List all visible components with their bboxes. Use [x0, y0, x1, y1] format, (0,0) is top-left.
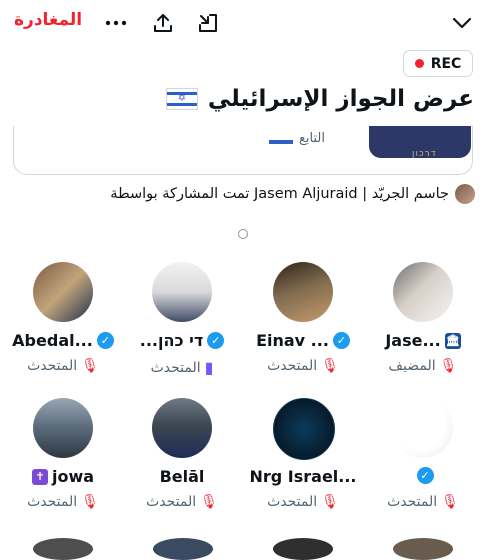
mic-off-icon: 🎙 — [439, 358, 458, 374]
participant-role: المتحدث — [387, 494, 438, 510]
participant-role-row: المتحدث 🎙 — [243, 358, 363, 374]
mic-off-icon: 🎙 — [81, 358, 99, 374]
mic-off-icon: 🎙 — [321, 494, 339, 510]
next-row-avatars — [0, 538, 492, 560]
participant-role: المضيف — [388, 358, 436, 374]
participant-role: المتحدث — [150, 359, 201, 376]
participant-role: المتحدث — [146, 494, 197, 510]
card-thumbnail-text: דרכון — [412, 149, 437, 159]
participant-name-row: Nrg Israel... — [243, 467, 363, 486]
participant-role: المتحدث — [267, 358, 318, 374]
participant-name-row: ...די כהן ✓ — [122, 331, 242, 350]
avatar — [33, 538, 93, 560]
participant-name-row: ✓ — [363, 467, 483, 484]
participant-name: ...די כהן — [139, 331, 204, 350]
institution-icon: 🏛 — [444, 332, 461, 349]
shared-by-row[interactable]: جاسم الجريّد | Jasem Aljuraid تمت المشار… — [110, 184, 475, 204]
participant-role-row: المتحدث 🎙 — [3, 358, 123, 374]
speaking-icon: ▮ — [204, 358, 214, 377]
participant-role: المتحدث — [267, 494, 318, 510]
participant-tile[interactable]: Belāl المتحدث 🎙 — [122, 398, 242, 523]
verified-icon: ✓ — [416, 467, 434, 484]
participant-name: jowa — [51, 467, 95, 486]
participant-name: Einav ... — [256, 331, 329, 350]
verified-icon: ✓ — [207, 332, 225, 349]
avatar — [152, 262, 212, 322]
participant-name-row: Belāl — [122, 467, 242, 486]
recording-badge: REC — [403, 50, 473, 77]
participant-role-row: المتحدث ▮ — [122, 358, 242, 377]
avatar — [33, 398, 93, 458]
avatar — [273, 398, 335, 460]
leave-button[interactable]: المغادرة — [14, 10, 82, 30]
avatar — [153, 538, 213, 560]
participant-tile[interactable]: Nrg Israel... المتحدث 🎙 — [243, 398, 363, 523]
participant-role: المتحدث — [27, 494, 78, 510]
participant-name: Abedal... — [12, 331, 93, 350]
space-title: عرض الجواز الإسرائيلي — [207, 86, 474, 112]
chevron-down-icon[interactable] — [450, 11, 474, 35]
avatar — [273, 262, 333, 322]
participant-name-row: ✝ jowa — [3, 467, 123, 486]
participant-role: المتحدث — [27, 358, 78, 374]
participant-role-row: المتحدث 🎙 — [122, 494, 242, 510]
top-bar: المغادرة — [0, 0, 492, 46]
participant-tile[interactable]: ...די כהן ✓ المتحدث ▮ — [122, 262, 242, 387]
cross-icon: ✝ — [31, 468, 48, 485]
participant-name-row: Abedal... ✓ — [3, 331, 123, 350]
participant-name-row: Jase... 🏛 — [363, 331, 483, 350]
card-text: التابع — [299, 131, 325, 146]
recording-dot-icon — [414, 59, 424, 68]
participant-tile[interactable]: Jase... 🏛 المضيف 🎙 — [363, 262, 483, 387]
verified-icon: ✓ — [96, 332, 114, 349]
share-icon[interactable] — [151, 11, 175, 35]
avatar — [33, 262, 93, 322]
avatar — [455, 184, 475, 204]
participant-tile[interactable]: ✓ المتحدث 🎙 — [363, 398, 483, 523]
recording-label: REC — [430, 55, 462, 72]
participant-name: Nrg Israel... — [249, 467, 357, 486]
shared-by-text: جاسم الجريّد | Jasem Aljuraid تمت المشار… — [110, 186, 449, 202]
participant-tile[interactable]: Abedal... ✓ المتحدث 🎙 — [3, 262, 123, 387]
mic-off-icon: 🎙 — [81, 494, 99, 510]
avatar — [393, 262, 453, 322]
participant-role-row: المتحدث 🎙 — [3, 494, 123, 510]
participant-tile[interactable]: ✝ jowa المتحدث 🎙 — [3, 398, 123, 523]
participant-role-row: المتحدث 🎙 — [363, 494, 483, 510]
verified-icon: ✓ — [332, 332, 350, 349]
more-icon[interactable] — [104, 11, 128, 35]
participant-role-row: المتحدث 🎙 — [243, 494, 363, 510]
card-flag-icon — [269, 140, 293, 144]
participant-role-row: المضيف 🎙 — [363, 358, 483, 374]
shared-post-card[interactable]: דרכון التابع — [13, 126, 473, 175]
participant-name: Jase... — [385, 331, 441, 350]
mic-off-icon: 🎙 — [321, 358, 339, 374]
israel-flag-icon: ✡ — [165, 88, 198, 110]
avatar — [393, 398, 453, 458]
mic-off-icon: 🎙 — [200, 494, 218, 510]
space-title-row: عرض الجواز الإسرائيلي ✡ — [165, 86, 474, 112]
participant-tile[interactable]: Einav ... ✓ المتحدث 🎙 — [243, 262, 363, 387]
mic-off-icon: 🎙 — [441, 494, 459, 510]
avatar — [152, 398, 212, 458]
participant-name-row: Einav ... ✓ — [243, 331, 363, 350]
avatar — [273, 538, 333, 560]
minimize-icon[interactable] — [196, 11, 220, 35]
pagination-dot — [238, 229, 248, 239]
participant-name: Belāl — [159, 467, 205, 486]
avatar — [393, 538, 453, 560]
